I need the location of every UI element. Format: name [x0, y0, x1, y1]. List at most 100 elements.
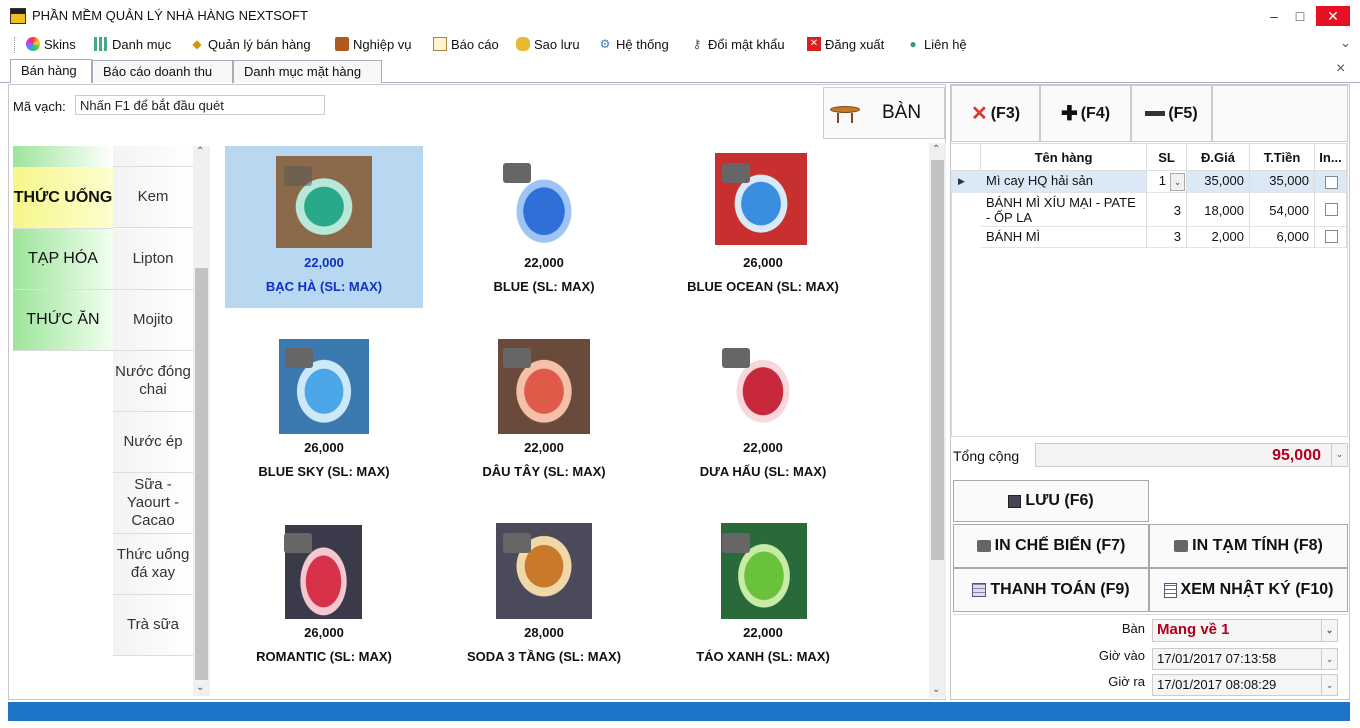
save-button[interactable]: LƯU (F6): [953, 480, 1149, 522]
printer-icon: [976, 540, 991, 552]
time-out-label: Giờ ra: [1108, 674, 1145, 689]
increase-quantity-button[interactable]: ✚ (F4): [1040, 85, 1131, 142]
total-chevron-icon[interactable]: ⌄: [1331, 444, 1347, 466]
print-checkbox[interactable]: [1325, 230, 1338, 243]
menu-nghiep-vu[interactable]: Nghiệp vụ: [335, 35, 412, 53]
decrease-quantity-button[interactable]: (F5): [1131, 85, 1212, 142]
table-field-label: Bàn: [1121, 621, 1145, 636]
product-price: 22,000: [743, 440, 783, 455]
close-window-button[interactable]: ✕: [1316, 6, 1350, 26]
category-tap-hoa[interactable]: TẠP HÓA: [13, 229, 113, 290]
product-scrollbar-thumb[interactable]: [931, 160, 944, 560]
menu-lien-he[interactable]: ● Liên hệ: [906, 35, 967, 53]
subcategory-mojito[interactable]: Mojito: [113, 290, 193, 351]
menu-quan-ly-ban-hang[interactable]: ◆ Quản lý bán hàng: [190, 35, 311, 53]
cell-thanh-tien: 54,000: [1250, 193, 1315, 227]
app-icon: [10, 8, 26, 24]
barcode-input[interactable]: Nhấn F1 để bắt đầu quét: [75, 95, 325, 115]
scroll-down-arrow-icon[interactable]: ⌄: [196, 682, 204, 693]
table-dropdown-chevron-icon[interactable]: ⌄: [1321, 620, 1337, 641]
print-kitchen-button[interactable]: IN CHẾ BIẾN (F7): [953, 524, 1149, 568]
menu-lien-he-label: Liên hệ: [924, 36, 967, 52]
category-thuc-an[interactable]: THỨC ĂN: [13, 290, 113, 351]
product-name: DƯA HẤU (SL: MAX): [699, 464, 827, 479]
time-out-field[interactable]: 17/01/2017 08:08:29 ⌄: [1152, 674, 1338, 696]
time-in-field[interactable]: 17/01/2017 07:13:58 ⌄: [1152, 648, 1338, 670]
menu-dang-xuat[interactable]: ✕ Đăng xuất: [807, 35, 884, 53]
grid-row-indicator-header: [951, 144, 981, 171]
table-icon: [830, 102, 860, 124]
table-select-button[interactable]: BÀN: [823, 87, 945, 139]
product-price: 28,000: [524, 625, 564, 640]
print-checkbox[interactable]: [1325, 203, 1338, 216]
total-value: 95,000: [1272, 447, 1321, 464]
product-name: BLUE (SL: MAX): [493, 279, 595, 294]
decrease-quantity-label: (F5): [1168, 104, 1198, 122]
cell-sl: 3: [1147, 227, 1187, 248]
menu-overflow-chevron-icon[interactable]: ⌄: [1340, 35, 1351, 51]
maximize-button[interactable]: □: [1290, 6, 1310, 26]
menu-dang-xuat-label: Đăng xuất: [825, 36, 885, 52]
menu-skins-label: Skins: [44, 36, 76, 52]
menu-he-thong-label: Hệ thống: [616, 36, 669, 52]
category-thuc-uong[interactable]: THỨC UỐNG: [13, 167, 113, 229]
subcategory-tra-sua[interactable]: Trà sữa: [113, 595, 193, 656]
printer-icon: [722, 163, 750, 183]
grid-header-thanh-tien[interactable]: T.Tiền: [1250, 144, 1315, 171]
qty-dropdown-chevron-icon[interactable]: ⌄: [1170, 173, 1185, 191]
checkout-button[interactable]: THANH TOÁN (F9): [953, 568, 1149, 612]
empty-action-slot: [1149, 480, 1348, 524]
category-scrollbar-thumb[interactable]: [195, 268, 208, 680]
menu-danh-muc[interactable]: Danh mục: [94, 35, 171, 53]
scroll-up-arrow-icon[interactable]: ⌃: [932, 144, 940, 155]
menu-skins[interactable]: Skins: [26, 35, 76, 53]
empty-button-slot: [1212, 85, 1348, 142]
subcategory-thuc-uong-da-xay[interactable]: Thức uống đá xay: [113, 534, 193, 595]
cell-don-gia: 18,000: [1187, 193, 1250, 227]
print-kitchen-label: IN CHẾ BIẾN (F7): [994, 537, 1126, 554]
subcategory-lipton[interactable]: Lipton: [113, 229, 193, 290]
time-in-label: Giờ vào: [1098, 648, 1145, 663]
table-field[interactable]: Mang về 1 ⌄: [1152, 619, 1338, 642]
menu-he-thong[interactable]: ⚙ Hệ thống: [598, 35, 669, 53]
time-out-chevron-icon[interactable]: ⌄: [1321, 675, 1337, 695]
menu-quan-ly-ban-hang-label: Quản lý bán hàng: [208, 36, 311, 52]
time-in-chevron-icon[interactable]: ⌄: [1321, 649, 1337, 669]
subcategory-sua-yaourt-cacao[interactable]: Sữa - Yaourt - Cacao: [113, 473, 193, 534]
save-label: LƯU (F6): [1025, 492, 1094, 509]
printer-icon: [284, 166, 312, 186]
cell-ten-hang: Mì cay HQ hải sản: [981, 171, 1147, 193]
grid-header-ten-hang[interactable]: Tên hàng: [981, 144, 1147, 171]
print-temp-bill-button[interactable]: IN TẠM TÍNH (F8): [1149, 524, 1348, 568]
menu-bao-cao-label: Báo cáo: [451, 36, 499, 52]
product-name: SODA 3 TẦNG (SL: MAX): [466, 649, 622, 664]
product-name: DÂU TÂY (SL: MAX): [482, 464, 606, 479]
view-log-button[interactable]: XEM NHẬT KÝ (F10): [1149, 568, 1348, 612]
print-temp-bill-label: IN TẠM TÍNH (F8): [1192, 537, 1323, 554]
grid-icon: [94, 37, 108, 51]
menu-sao-luu[interactable]: Sao lưu: [516, 35, 580, 53]
scroll-down-arrow-icon[interactable]: ⌄: [932, 684, 940, 695]
close-tab-icon[interactable]: ×: [1336, 60, 1345, 78]
subcategory-nuoc-dong-chai[interactable]: Nước đóng chai: [113, 351, 193, 412]
minimize-button[interactable]: –: [1264, 6, 1284, 26]
menu-nghiep-vu-label: Nghiệp vụ: [353, 36, 412, 52]
tab-bao-cao-doanh-thu[interactable]: Báo cáo doanh thu: [92, 60, 233, 83]
menu-doi-mat-khau[interactable]: ⚷ Đổi mật khẩu: [690, 35, 785, 53]
grid-header-in[interactable]: In...: [1315, 144, 1347, 171]
briefcase-icon: [335, 37, 349, 51]
tab-ban-hang[interactable]: Bán hàng: [10, 59, 92, 83]
scroll-up-arrow-icon[interactable]: ⌃: [196, 146, 204, 157]
logout-icon: ✕: [807, 37, 821, 51]
grid-header-don-gia[interactable]: Đ.Giá: [1187, 144, 1250, 171]
cell-ten-hang: BÁNH MÌ: [981, 227, 1147, 248]
subcategory-nuoc-ep[interactable]: Nước ép: [113, 412, 193, 473]
menu-bao-cao[interactable]: Báo cáo: [433, 35, 499, 53]
tab-danh-muc-mat-hang[interactable]: Danh mục mặt hàng: [233, 60, 382, 83]
delete-item-button[interactable]: ✕ (F3): [951, 85, 1040, 142]
subcategory-header: [113, 146, 193, 167]
print-checkbox[interactable]: [1325, 176, 1338, 189]
grid-header-sl[interactable]: SL: [1147, 144, 1187, 171]
category-header: [13, 146, 113, 167]
subcategory-kem[interactable]: Kem: [113, 167, 193, 228]
